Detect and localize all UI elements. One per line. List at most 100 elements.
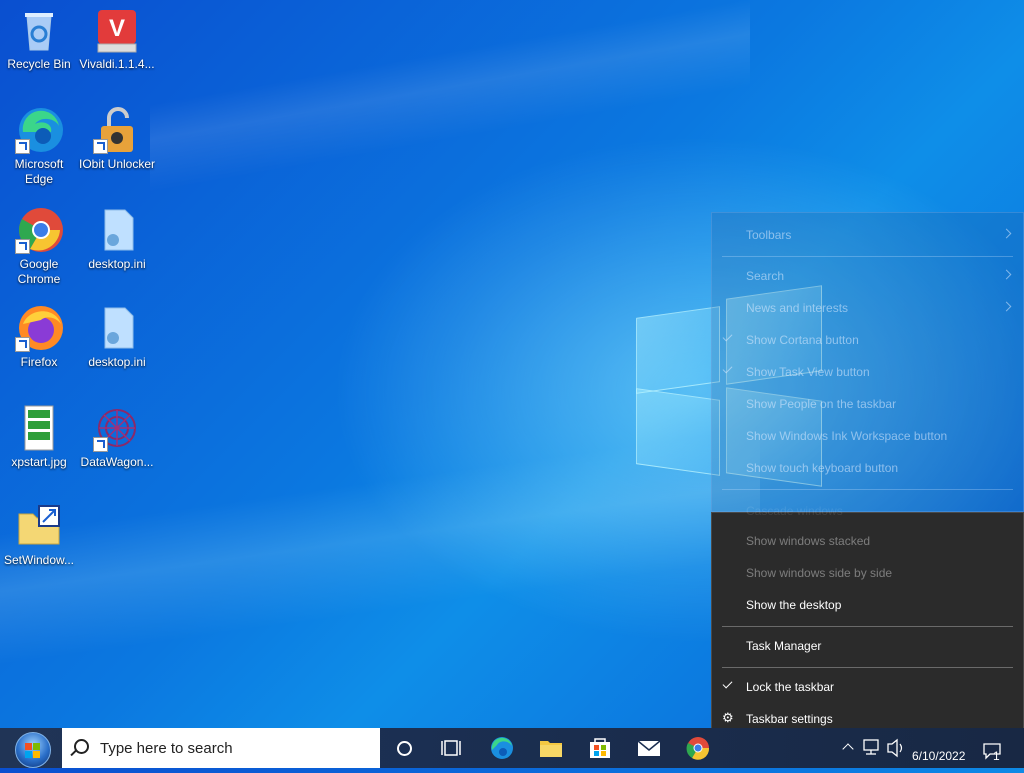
notification-icon [983, 743, 1001, 760]
desktop-icon-firefox[interactable]: Firefox [0, 304, 78, 370]
desktop-icon-desktop-ini[interactable]: desktop.ini [78, 206, 156, 272]
store-icon [590, 738, 610, 758]
show-hidden-icons-button[interactable] [838, 728, 858, 768]
menu-item-search[interactable]: Search [711, 261, 1024, 291]
chrome-icon [686, 737, 710, 760]
desktop-icon-recycle-bin[interactable]: Recycle Bin [0, 6, 78, 72]
menu-item-label: Show Windows Ink Workspace button [746, 429, 948, 443]
menu-item-show-people[interactable]: Show People on the taskbar [711, 389, 1024, 419]
network-button[interactable] [860, 728, 882, 768]
menu-item-label: Show touch keyboard button [746, 461, 899, 475]
menu-item-label: Taskbar settings [746, 712, 833, 726]
menu-item-show-the-desktop[interactable]: Show the desktop [711, 590, 1024, 620]
volume-icon [887, 738, 903, 758]
svg-text:V: V [109, 15, 125, 42]
network-icon [863, 739, 879, 755]
file-explorer-icon [540, 741, 562, 757]
menu-item-show-touch-keyboard[interactable]: Show touch keyboard button [711, 453, 1024, 483]
start-button[interactable] [6, 730, 56, 768]
clock-button[interactable]: 6/10/2022 [906, 728, 976, 768]
menu-item-show-task-view-button[interactable]: Show Task View button [711, 357, 1024, 387]
taskbar-chrome-button[interactable] [674, 728, 722, 768]
menu-item-show-windows-side-by-side[interactable]: Show windows side by side [711, 558, 1024, 588]
menu-item-show-cortana-button[interactable]: Show Cortana button [711, 325, 1024, 355]
shortcut-arrow-icon [15, 139, 30, 154]
menu-item-label: Show Task View button [746, 365, 870, 379]
cortana-icon [397, 741, 412, 756]
action-center-button[interactable]: 1 [980, 728, 1020, 768]
menu-separator [722, 256, 1013, 257]
menu-separator [722, 667, 1013, 668]
menu-item-label: Show People on the taskbar [746, 397, 897, 411]
taskbar: Type here to search 6/10/2022 1 [0, 728, 1024, 768]
mail-icon [637, 740, 661, 756]
task-view-icon [441, 740, 461, 756]
taskbar-mail-button[interactable] [625, 728, 673, 768]
menu-item-label: Cascade windows [746, 504, 843, 518]
taskbar-edge-button[interactable] [478, 728, 526, 768]
desktop-icon-google-chrome[interactable]: Google Chrome [0, 206, 78, 287]
settings-file-icon [93, 304, 141, 352]
desktop-icon-label: Vivaldi.1.1.4... [79, 57, 155, 71]
menu-item-label: Toolbars [746, 228, 792, 242]
menu-separator [722, 626, 1013, 627]
task-view-button[interactable] [428, 728, 476, 768]
desktop-icon-microsoft-edge[interactable]: Microsoft Edge [0, 106, 78, 187]
chevron-right-icon [1001, 228, 1012, 239]
menu-item-label: Show windows side by side [746, 566, 893, 580]
volume-button[interactable] [884, 728, 906, 768]
menu-item-label: Task Manager [746, 639, 822, 653]
image-file-icon [15, 404, 63, 452]
menu-item-label: Lock the taskbar [746, 680, 835, 694]
chrome-icon [15, 206, 63, 254]
windows-start-icon [15, 732, 51, 768]
search-placeholder: Type here to search [100, 740, 233, 757]
desktop-icon-iobit-unlocker[interactable]: IObit Unlocker [78, 106, 156, 172]
taskbar-search-box[interactable]: Type here to search [62, 728, 380, 768]
search-icon [74, 739, 89, 754]
menu-item-news-and-interests[interactable]: News and interests [711, 293, 1024, 323]
taskbar-store-button[interactable] [576, 728, 624, 768]
shortcut-arrow-icon [93, 437, 108, 452]
desktop-icon-label: Recycle Bin [7, 57, 71, 71]
desktop-icon-label: SetWindow... [3, 553, 75, 567]
edge-icon [491, 737, 513, 759]
checkmark-icon [722, 678, 733, 689]
firefox-icon [15, 304, 63, 352]
desktop-icon-desktop-ini-2[interactable]: desktop.ini [78, 304, 156, 370]
menu-item-toolbars[interactable]: Toolbars [711, 220, 1024, 250]
menu-item-label: Show Cortana button [746, 333, 859, 347]
datawagon-icon [93, 404, 141, 452]
shortcut-arrow-icon [15, 239, 30, 254]
menu-item-cascade-windows[interactable]: Cascade windows [711, 496, 1024, 526]
menu-item-label: Show windows stacked [746, 534, 871, 548]
clock-date: 6/10/2022 [912, 749, 966, 763]
desktop-icon-label: Firefox [20, 355, 58, 369]
desktop-icon-label: desktop.ini [88, 355, 146, 369]
checkmark-icon [722, 331, 733, 342]
menu-item-lock-the-taskbar[interactable]: Lock the taskbar [711, 672, 1024, 702]
desktop-icon-label: DataWagon... [80, 455, 154, 469]
notification-count-badge: 1 [993, 749, 1000, 763]
menu-item-label: Show the desktop [746, 598, 842, 612]
desktop-icon-setwindow[interactable]: SetWindow... [0, 502, 78, 568]
menu-item-task-manager[interactable]: Task Manager [711, 631, 1024, 661]
taskbar-file-explorer-button[interactable] [527, 728, 575, 768]
cortana-button[interactable] [380, 728, 428, 768]
desktop-icon-vivaldi[interactable]: V Vivaldi.1.1.4... [78, 6, 156, 72]
shortcut-arrow-icon [93, 139, 108, 154]
edge-icon [15, 106, 63, 154]
menu-item-label: News and interests [746, 301, 849, 315]
menu-item-show-windows-ink[interactable]: Show Windows Ink Workspace button [711, 421, 1024, 451]
installer-icon: V [93, 6, 141, 54]
menu-item-show-windows-stacked[interactable]: Show windows stacked [711, 526, 1024, 556]
chevron-right-icon [1001, 301, 1012, 312]
chevron-up-icon [842, 743, 854, 755]
checkmark-icon [722, 363, 733, 374]
gear-icon: ⚙ [722, 710, 734, 725]
desktop-icon-label: xpstart.jpg [11, 455, 67, 469]
desktop-icon-datawagon[interactable]: DataWagon... [78, 404, 156, 470]
desktop-icon-xpstart-jpg[interactable]: xpstart.jpg [0, 404, 78, 470]
desktop-icon-label: Microsoft Edge [14, 157, 64, 186]
unlocker-icon [93, 106, 141, 154]
